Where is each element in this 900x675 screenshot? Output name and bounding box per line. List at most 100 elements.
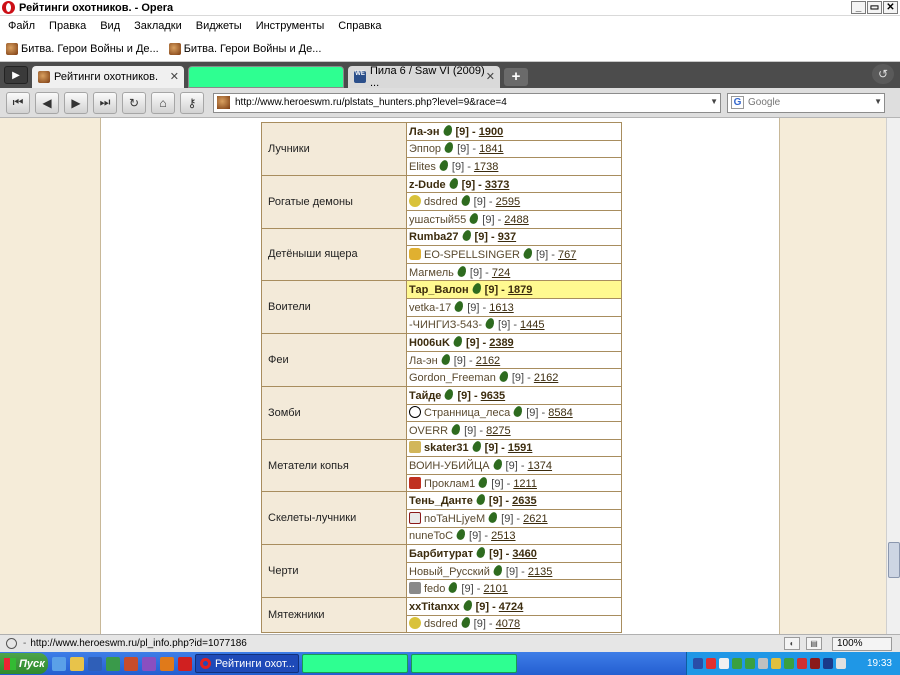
- player-name[interactable]: OVERR: [409, 425, 448, 437]
- player-score-link[interactable]: 724: [492, 267, 510, 279]
- tray-icon[interactable]: [732, 658, 742, 669]
- tab-saw[interactable]: WE Пила 6 / Saw VI (2009) ... ✕: [348, 65, 500, 89]
- player-score-link[interactable]: 8275: [486, 425, 510, 437]
- player-score-link[interactable]: 1841: [479, 143, 503, 155]
- player-score-link[interactable]: 1591: [508, 442, 532, 454]
- tab-close-icon[interactable]: ✕: [170, 70, 179, 83]
- tray-icon[interactable]: [706, 658, 716, 669]
- fast-forward-button[interactable]: ⏭: [93, 91, 117, 114]
- player-name[interactable]: Ла-эн: [409, 126, 440, 138]
- player-score-link[interactable]: 1445: [520, 319, 544, 331]
- tray-icon[interactable]: [693, 658, 703, 669]
- player-score-link[interactable]: 4724: [499, 601, 523, 613]
- player-name[interactable]: Тар_Валон: [409, 284, 469, 296]
- clan-crown-icon[interactable]: [409, 247, 421, 260]
- player-score-link[interactable]: 2621: [523, 513, 547, 525]
- player-name[interactable]: fedo: [424, 583, 445, 595]
- tray-icon[interactable]: [836, 658, 846, 669]
- clan-web-icon[interactable]: [409, 511, 421, 524]
- excel-icon[interactable]: [106, 656, 120, 671]
- player-name[interactable]: Gordon_Freeman: [409, 372, 496, 384]
- scrollbar-thumb[interactable]: [888, 542, 900, 578]
- player-score-link[interactable]: 1900: [479, 126, 503, 138]
- panel-toggle-button[interactable]: ▶: [4, 66, 28, 84]
- menu-view[interactable]: Вид: [100, 20, 120, 32]
- bookmark-item[interactable]: Битва. Герои Войны и Де...: [6, 42, 159, 55]
- player-name[interactable]: ушастый55: [409, 214, 466, 226]
- firefox-icon[interactable]: [160, 656, 174, 671]
- player-score-link[interactable]: 2595: [496, 196, 520, 208]
- rewind-button[interactable]: ⏮: [6, 91, 30, 114]
- player-name[interactable]: xxTitanxx: [409, 601, 460, 613]
- bookmark-item[interactable]: Битва. Герои Войны и Де...: [168, 42, 321, 55]
- clan-gray-icon[interactable]: [409, 582, 421, 595]
- player-name[interactable]: Барбитурат: [409, 548, 473, 560]
- player-score-link[interactable]: 2389: [489, 337, 513, 349]
- clan-yin-icon[interactable]: [409, 406, 421, 419]
- player-name[interactable]: nuneToC: [409, 530, 453, 542]
- wand-button[interactable]: ⚷: [180, 91, 204, 114]
- player-name[interactable]: Тень_Данте: [409, 495, 473, 507]
- tab-close-icon[interactable]: ✕: [486, 70, 495, 83]
- tray-icon[interactable]: [745, 658, 755, 669]
- menu-file[interactable]: Файл: [8, 20, 35, 32]
- close-window-button[interactable]: ✕: [883, 1, 898, 14]
- player-score-link[interactable]: 2162: [476, 355, 500, 367]
- restore-button[interactable]: ▭: [867, 1, 882, 14]
- player-score-link[interactable]: 2162: [534, 372, 558, 384]
- tray-icon[interactable]: [784, 658, 794, 669]
- player-name[interactable]: Странница_леса: [424, 407, 510, 419]
- clan-scroll-icon[interactable]: [409, 441, 421, 454]
- zoom-level[interactable]: 100%: [832, 637, 892, 651]
- tray-icon[interactable]: [771, 658, 781, 669]
- start-button[interactable]: Пуск: [0, 653, 48, 674]
- player-name[interactable]: Elites: [409, 161, 436, 173]
- chevron-down-icon[interactable]: ▼: [710, 97, 718, 106]
- player-score-link[interactable]: 2101: [483, 583, 507, 595]
- clan-red-icon[interactable]: [409, 476, 421, 489]
- opera-icon[interactable]: [178, 656, 192, 671]
- player-score-link[interactable]: 1738: [474, 161, 498, 173]
- search-input[interactable]: [748, 97, 868, 108]
- clan-lemon-icon[interactable]: [409, 195, 421, 208]
- player-score-link[interactable]: 2488: [504, 214, 528, 226]
- search-box[interactable]: G ▼: [727, 92, 885, 113]
- player-score-link[interactable]: 1211: [513, 478, 537, 490]
- new-tab-button[interactable]: +: [504, 68, 528, 86]
- address-bar[interactable]: http://www.heroeswm.ru/plstats_hunters.p…: [213, 92, 721, 113]
- vertical-scrollbar[interactable]: [886, 118, 900, 634]
- player-name[interactable]: EO-SPELLSINGER: [424, 249, 520, 261]
- player-score-link[interactable]: 2513: [491, 530, 515, 542]
- player-name[interactable]: ВОИН-УБИЙЦА: [409, 460, 490, 472]
- player-score-link[interactable]: 3460: [512, 548, 536, 560]
- player-name[interactable]: dsdred: [424, 196, 458, 208]
- player-score-link[interactable]: 9635: [481, 390, 505, 402]
- player-name[interactable]: noTaHLjyeM: [424, 513, 485, 525]
- player-name[interactable]: Тайде: [409, 390, 441, 402]
- app-icon[interactable]: [142, 656, 156, 671]
- player-score-link[interactable]: 8584: [548, 407, 572, 419]
- menu-widgets[interactable]: Виджеты: [196, 20, 242, 32]
- player-name[interactable]: H006uK: [409, 337, 450, 349]
- player-score-link[interactable]: 1613: [489, 302, 513, 314]
- clan-lemon-icon[interactable]: [409, 617, 421, 630]
- player-name[interactable]: z-Dude: [409, 179, 446, 191]
- player-name[interactable]: -ЧИНГИЗ-543-: [409, 319, 482, 331]
- player-name[interactable]: Новый_Русский: [409, 566, 490, 578]
- tab-ratings[interactable]: Рейтинги охотников. ✕: [32, 66, 184, 88]
- menu-help[interactable]: Справка: [338, 20, 381, 32]
- player-name[interactable]: Ла-эн: [409, 355, 438, 367]
- player-name[interactable]: Магмель: [409, 267, 454, 279]
- folder-icon[interactable]: [70, 656, 84, 671]
- player-score-link[interactable]: 1374: [528, 460, 552, 472]
- tray-icon[interactable]: [810, 658, 820, 669]
- back-button[interactable]: ◀: [35, 91, 59, 114]
- player-score-link[interactable]: 3373: [485, 179, 509, 191]
- home-button[interactable]: ⌂: [151, 91, 175, 114]
- menu-tools[interactable]: Инструменты: [256, 20, 325, 32]
- player-name[interactable]: Rumba27: [409, 231, 459, 243]
- player-score-link[interactable]: 2135: [528, 566, 552, 578]
- taskbar-opera-button[interactable]: Рейтинги охот...: [195, 654, 299, 673]
- player-score-link[interactable]: 767: [558, 249, 576, 261]
- desktop-icon[interactable]: [52, 656, 66, 671]
